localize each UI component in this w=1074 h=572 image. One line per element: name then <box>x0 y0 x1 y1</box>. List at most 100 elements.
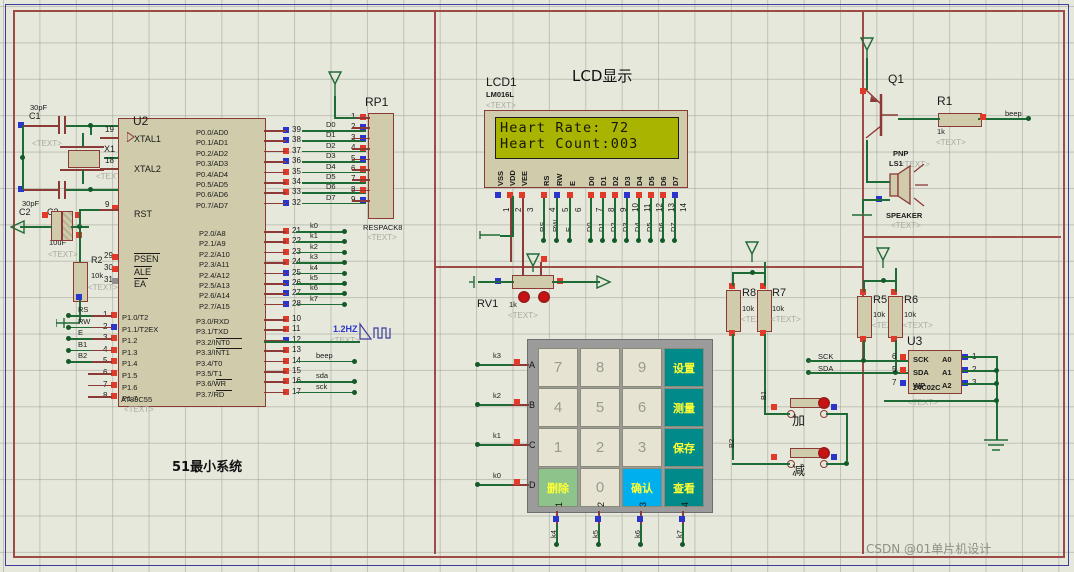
rv1-value: 1k <box>509 300 517 309</box>
node-B1 <box>66 347 71 353</box>
btn-up-actuator[interactable] <box>818 397 830 409</box>
mcu-pin-27-lead <box>264 293 286 295</box>
lcd-net-wire-D5 <box>650 198 652 240</box>
mcu-pin-P1.7-name: P1.7 <box>122 394 138 404</box>
net-label-B2: B2 <box>78 351 88 361</box>
net-wire-k4 <box>296 272 344 275</box>
rp1-pin-2-lead <box>352 127 370 129</box>
lcd-screen: Heart Rate: 72 Heart Count:003 <box>495 117 679 159</box>
keypad-row-node-k0 <box>475 482 480 487</box>
mcu-pin-xtal2-num: 18 <box>105 156 114 165</box>
lcd-net-node-D0 <box>588 238 593 243</box>
keypad-key-9[interactable]: 9 <box>622 348 662 387</box>
c3-body <box>51 211 62 241</box>
keypad-key-2[interactable]: 2 <box>580 428 620 467</box>
mcu-pin-33-lead <box>264 192 286 194</box>
r6-body <box>888 296 903 338</box>
rp1-vcc-h <box>334 117 356 119</box>
mcu-pin-24-lead <box>264 262 286 264</box>
mcu-pin-37-lead <box>264 150 286 153</box>
lcd-net-wire-D4 <box>638 198 640 240</box>
rv1-wiper-dot-a[interactable] <box>518 291 530 303</box>
rv1-wiper-dot-b[interactable] <box>538 291 550 303</box>
rp1-body <box>368 113 394 219</box>
u3-wp-wire <box>884 400 998 402</box>
mcu-pin-38-num: 38 <box>292 135 301 145</box>
net-label-RS: RS <box>78 305 89 314</box>
vcc-arrow-rv1 <box>596 274 612 290</box>
mcu-pin-P2.4/A12-name: P2.4/A12 <box>199 270 230 280</box>
ale-overbar <box>134 266 152 267</box>
lcd-pin-1-square <box>495 192 501 198</box>
lcd-net-node-D6 <box>660 238 665 243</box>
keypad-key-4[interactable]: 4 <box>538 388 578 427</box>
keypad-key-7[interactable]: 7 <box>538 348 578 387</box>
vcc-arrow-rv1-top <box>525 253 541 272</box>
r1-value: 1k <box>937 127 945 136</box>
keypad-row-wire-k0 <box>477 484 511 486</box>
keypad-col-wire-k4 <box>556 524 558 544</box>
mcu-pin-23-lead <box>264 251 286 254</box>
mcu-pin-15-num: 15 <box>292 366 301 375</box>
u3-pin-A0-name: A0 <box>942 355 952 364</box>
mcu-pin-13-num: 13 <box>292 345 301 355</box>
rv1-pin-top <box>541 256 547 262</box>
mcu-pin-17-lead <box>264 391 286 394</box>
keypad-row-pin-k0 <box>514 479 520 485</box>
mcu-pin-P2.7/A15-name: P2.7/A15 <box>199 301 230 311</box>
mcu-pin-26-lead <box>264 283 286 285</box>
keypad-key-设置[interactable]: 设置 <box>664 348 704 387</box>
keypad-key-保存[interactable]: 保存 <box>664 428 704 467</box>
mcu-ref: U2 <box>133 114 149 128</box>
clock-value: 1.2HZ <box>333 324 358 334</box>
r2-ref: R2 <box>91 255 103 265</box>
r8-top-v <box>732 272 734 286</box>
lcd-body-label-D1: D1 <box>599 176 608 186</box>
c2-lead-right <box>66 189 90 191</box>
keypad-key-8[interactable]: 8 <box>580 348 620 387</box>
keypad-key-6[interactable]: 6 <box>622 388 662 427</box>
r5-top-v <box>863 280 865 292</box>
keypad-row-net-k3: k3 <box>493 351 501 360</box>
rv1-text-tag: <TEXT> <box>508 311 538 320</box>
q1-transistor-symbol <box>865 89 898 139</box>
lcd-line-2: Heart Count:003 <box>500 136 639 152</box>
keypad-key-5[interactable]: 5 <box>580 388 620 427</box>
keypad-key-测量[interactable]: 测量 <box>664 388 704 427</box>
mcu-pin-6-lead <box>88 373 112 375</box>
u3-pin-SCK-name: SCK <box>913 355 929 364</box>
net-label-k4: k4 <box>310 262 318 272</box>
rp1-pin-6-lead <box>352 169 370 171</box>
btn-up-wire-left <box>764 413 790 415</box>
net-wire-k0 <box>296 231 344 233</box>
mcu-pin-8-lead <box>88 396 112 398</box>
mcu-pin-16-lead <box>264 381 286 383</box>
mcu-pin-P1.2-name: P1.2 <box>122 336 138 346</box>
r6-ref: R6 <box>904 294 919 306</box>
mcu-pin-38-lead <box>264 140 286 142</box>
lcd-net-wire-D3 <box>626 198 628 240</box>
lcd-model: LM016L <box>486 90 514 99</box>
keypad-col-wire-k6 <box>640 524 642 544</box>
keypad-key-1[interactable]: 1 <box>538 428 578 467</box>
r6-text-tag: <TEXT> <box>903 321 933 330</box>
btn-down-actuator[interactable] <box>818 447 830 459</box>
x1-body <box>68 150 100 168</box>
keypad-row-label-A: A <box>529 360 536 370</box>
rv1-body <box>512 275 554 289</box>
net-label-k5: k5 <box>310 273 318 282</box>
ea-overbar <box>134 278 148 279</box>
net-label-D2: D2 <box>326 140 336 150</box>
rv1-wiper-wire <box>540 262 542 276</box>
lcd-line-1: Heart Rate: 72 <box>500 120 630 136</box>
u3-pin-SDA-name: SDA <box>913 368 929 377</box>
lcd-net-node-D4 <box>636 238 641 243</box>
net-wire-D7 <box>302 202 366 205</box>
net-label-k2: k2 <box>310 241 318 251</box>
x1-lead-bot <box>82 170 84 184</box>
node-k7 <box>342 301 347 307</box>
mcu-pin-33-num: 33 <box>292 187 301 197</box>
keypad-key-3[interactable]: 3 <box>622 428 662 467</box>
mcu-pin-12-num: 12 <box>292 334 301 344</box>
mcu-pin-37-num: 37 <box>292 145 301 155</box>
